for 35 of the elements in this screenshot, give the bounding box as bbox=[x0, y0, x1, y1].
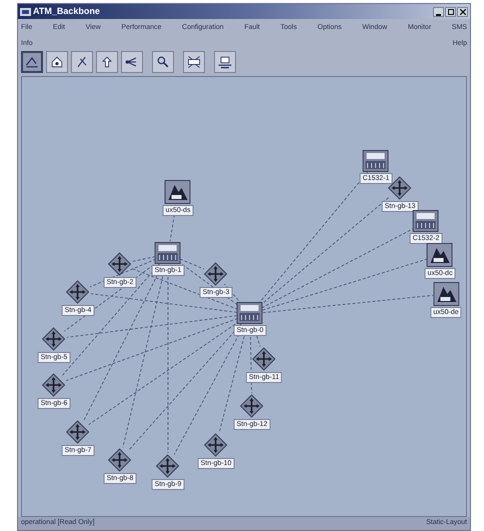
switch-icon[interactable] bbox=[204, 262, 228, 286]
expand-icon bbox=[186, 54, 202, 70]
maximize-icon bbox=[448, 8, 454, 14]
app-icon bbox=[20, 6, 31, 16]
search-icon bbox=[155, 54, 171, 70]
switch-icon[interactable] bbox=[108, 448, 132, 472]
toolbar-button[interactable] bbox=[96, 51, 118, 73]
toolbar-button[interactable] bbox=[183, 51, 205, 73]
switch-icon[interactable] bbox=[240, 394, 264, 418]
network-device-icon[interactable] bbox=[237, 302, 263, 324]
switch-icon[interactable] bbox=[66, 280, 90, 304]
maximize-button[interactable] bbox=[445, 6, 456, 16]
close-button[interactable] bbox=[457, 6, 468, 16]
switch-icon[interactable] bbox=[42, 373, 66, 397]
switch-icon[interactable] bbox=[66, 420, 90, 444]
minimize-icon bbox=[436, 14, 441, 16]
minimize-button[interactable] bbox=[433, 6, 444, 16]
switch-icon[interactable] bbox=[252, 347, 276, 371]
switch-icon[interactable] bbox=[204, 433, 228, 457]
switch-icon[interactable] bbox=[388, 176, 412, 200]
toolbar-button[interactable] bbox=[71, 51, 93, 73]
switch-icon[interactable] bbox=[156, 454, 180, 478]
switch-icon[interactable] bbox=[42, 327, 66, 351]
toolbar-button[interactable] bbox=[214, 51, 236, 73]
toolbar-button[interactable] bbox=[152, 51, 174, 73]
toolbar-button[interactable] bbox=[121, 51, 143, 73]
toolbar-button[interactable] bbox=[46, 51, 68, 73]
network-device-icon[interactable] bbox=[363, 150, 389, 172]
network-device-icon[interactable] bbox=[413, 210, 439, 232]
window-title: ATM_Backbone bbox=[33, 4, 100, 18]
switch-icon[interactable] bbox=[108, 252, 132, 276]
network-device-icon[interactable] bbox=[155, 242, 181, 264]
monitor-icon bbox=[217, 54, 233, 70]
close-icon bbox=[460, 8, 466, 14]
house-icon bbox=[49, 54, 65, 70]
